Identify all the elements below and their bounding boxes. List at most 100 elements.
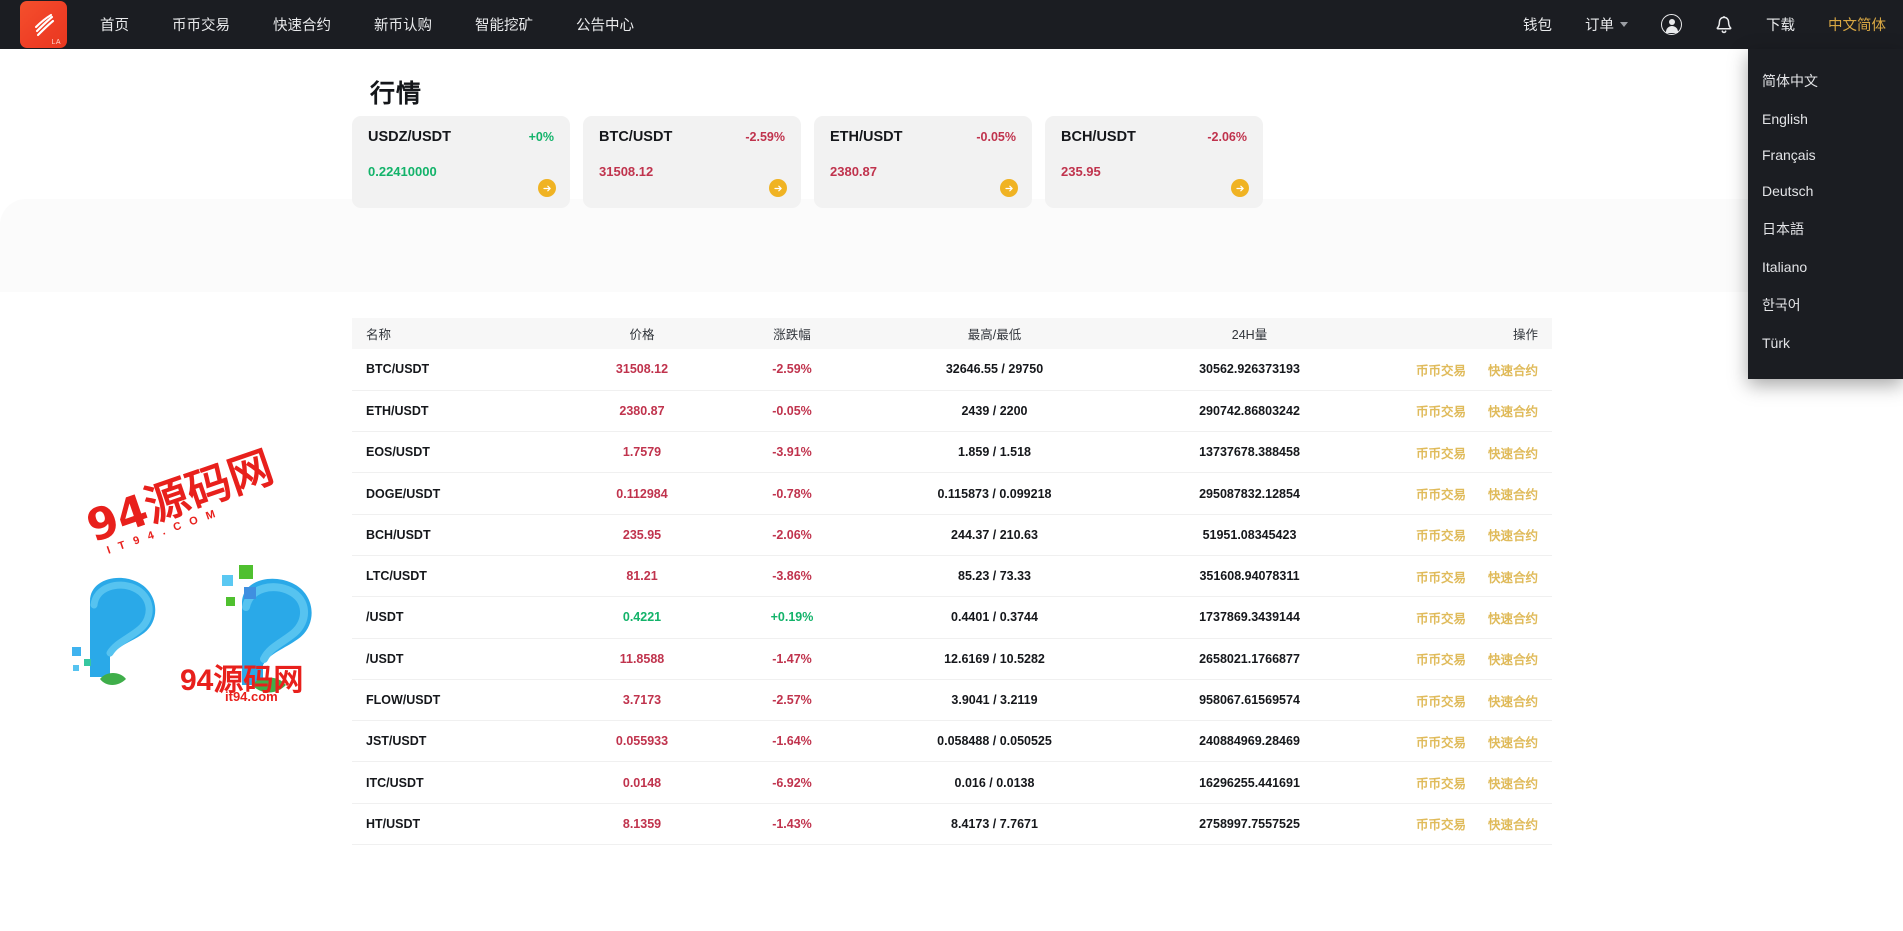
action-spot-trade[interactable]: 币币交易: [1416, 695, 1466, 709]
nav-right-group: 钱包 订单 下载 中文简体: [1490, 14, 1903, 35]
cell-price: 0.055933: [567, 720, 717, 763]
nav-item-mining[interactable]: 智能挖矿: [475, 14, 533, 35]
market-card-arrow-icon[interactable]: [769, 179, 787, 197]
table-row[interactable]: /USDT 0.4221 +0.19% 0.4401 / 0.3744 1737869.…: [352, 596, 1552, 639]
action-spot-trade[interactable]: 币币交易: [1416, 571, 1466, 585]
action-spot-trade[interactable]: 币币交易: [1416, 736, 1466, 750]
nav-item-orders-label: 订单: [1585, 18, 1614, 34]
market-card-arrow-icon[interactable]: [538, 179, 556, 197]
table-row[interactable]: BCH/USDT 235.95 -2.06% 244.37 / 210.63 51951…: [352, 514, 1552, 556]
cell-change: -1.47%: [717, 638, 867, 680]
action-fast-contract[interactable]: 快速合约: [1488, 695, 1538, 709]
action-spot-trade[interactable]: 币币交易: [1416, 447, 1466, 461]
nav-item-notifications[interactable]: [1715, 15, 1733, 35]
language-option-korean[interactable]: 한국어: [1748, 285, 1903, 325]
cell-price: 11.8588: [567, 638, 717, 680]
market-card[interactable]: ETH/USDT -0.05% 2380.87: [814, 116, 1032, 208]
cell-price: 0.112984: [567, 472, 717, 515]
action-spot-trade[interactable]: 币币交易: [1416, 777, 1466, 791]
table-row[interactable]: EOS/USDT 1.7579 -3.91% 1.859 / 1.518 1373767…: [352, 431, 1552, 474]
action-spot-trade[interactable]: 币币交易: [1416, 612, 1466, 626]
action-fast-contract[interactable]: 快速合约: [1488, 488, 1538, 502]
market-table-head: 名称 价格 涨跌幅 最高/最低 24H量 操作: [352, 318, 1552, 349]
cell-actions: 币币交易 快速合约: [1377, 555, 1552, 598]
cell-volume: 16296255.441691: [1122, 761, 1377, 804]
nav-item-language-selector[interactable]: 中文简体: [1828, 14, 1886, 35]
column-header-price[interactable]: 价格: [567, 318, 717, 349]
table-row[interactable]: /USDT 11.8588 -1.47% 12.6169 / 10.5282 26580…: [352, 638, 1552, 680]
language-option-zh-cn[interactable]: 简体中文: [1748, 61, 1903, 101]
nav-item-account[interactable]: [1661, 14, 1682, 35]
market-card-arrow-icon[interactable]: [1000, 179, 1018, 197]
table-row[interactable]: ETH/USDT 2380.87 -0.05% 2439 / 2200 290742.8…: [352, 390, 1552, 433]
cell-change: -1.43%: [717, 803, 867, 846]
column-header-change[interactable]: 涨跌幅: [717, 318, 867, 349]
action-spot-trade[interactable]: 币币交易: [1416, 488, 1466, 502]
action-spot-trade[interactable]: 币币交易: [1416, 653, 1466, 667]
nav-item-home[interactable]: 首页: [100, 14, 129, 35]
watermark-secondary-text: 94源码网: [180, 664, 304, 697]
table-row[interactable]: ITC/USDT 0.0148 -6.92% 0.016 / 0.0138 162962…: [352, 761, 1552, 804]
action-fast-contract[interactable]: 快速合约: [1488, 612, 1538, 626]
cell-pair-name: /USDT: [352, 596, 567, 639]
nav-item-wallet[interactable]: 钱包: [1523, 14, 1552, 35]
market-card-change: +0%: [528, 130, 554, 144]
table-row[interactable]: JST/USDT 0.055933 -1.64% 0.058488 / 0.05052…: [352, 720, 1552, 763]
cell-actions: 币币交易 快速合约: [1377, 638, 1552, 680]
cell-actions: 币币交易 快速合约: [1377, 472, 1552, 515]
language-option-japanese[interactable]: 日本語: [1748, 209, 1903, 249]
market-card[interactable]: BTC/USDT -2.59% 31508.12: [583, 116, 801, 208]
nav-item-new-coin[interactable]: 新币认购: [374, 14, 432, 35]
cell-high-low: 32646.55 / 29750: [867, 349, 1122, 391]
market-card[interactable]: BCH/USDT -2.06% 235.95: [1045, 116, 1263, 208]
nav-item-spot-trade[interactable]: 币币交易: [172, 14, 230, 35]
nav-item-announcements[interactable]: 公告中心: [576, 14, 634, 35]
column-header-volume[interactable]: 24H量: [1122, 318, 1377, 349]
cell-volume: 2658021.1766877: [1122, 638, 1377, 680]
table-row[interactable]: LTC/USDT 81.21 -3.86% 85.23 / 73.33 351608.9…: [352, 555, 1552, 598]
table-row[interactable]: BTC/USDT 31508.12 -2.59% 32646.55 / 29750 30…: [352, 349, 1552, 391]
language-option-french[interactable]: Français: [1748, 137, 1903, 173]
action-fast-contract[interactable]: 快速合约: [1488, 364, 1538, 378]
market-card-change: -2.06%: [1207, 130, 1247, 144]
market-summary-cards: USDZ/USDT +0% 0.22410000 BTC/USDT -2.59%…: [352, 116, 1263, 208]
cell-price: 31508.12: [567, 349, 717, 391]
nav-item-download[interactable]: 下载: [1766, 14, 1795, 35]
column-header-action: 操作: [1377, 318, 1552, 349]
watermark-shape-left-icon: [70, 561, 190, 691]
action-spot-trade[interactable]: 币币交易: [1416, 818, 1466, 832]
action-spot-trade[interactable]: 币币交易: [1416, 529, 1466, 543]
action-fast-contract[interactable]: 快速合约: [1488, 777, 1538, 791]
nav-item-orders[interactable]: 订单: [1585, 14, 1628, 35]
action-spot-trade[interactable]: 币币交易: [1416, 364, 1466, 378]
market-card[interactable]: USDZ/USDT +0% 0.22410000: [352, 116, 570, 208]
action-fast-contract[interactable]: 快速合约: [1488, 736, 1538, 750]
market-card-price: 0.22410000: [368, 164, 437, 179]
column-header-name[interactable]: 名称: [352, 318, 567, 349]
nav-item-fast-contract[interactable]: 快速合约: [273, 14, 331, 35]
cell-actions: 币币交易 快速合约: [1377, 596, 1552, 639]
site-watermark: 94源码网 IT94.COM 94源码网 it94.com: [60, 442, 390, 709]
market-card-header: USDZ/USDT +0%: [368, 129, 554, 145]
column-header-high-low[interactable]: 最高/最低: [867, 318, 1122, 349]
language-option-italian[interactable]: Italiano: [1748, 249, 1903, 285]
action-fast-contract[interactable]: 快速合约: [1488, 529, 1538, 543]
bell-icon: [1715, 15, 1733, 35]
cell-volume: 30562.926373193: [1122, 349, 1377, 391]
market-card-arrow-icon[interactable]: [1231, 179, 1249, 197]
site-logo[interactable]: LA: [20, 1, 67, 48]
table-row[interactable]: DOGE/USDT 0.112984 -0.78% 0.115873 / 0.0992…: [352, 472, 1552, 515]
action-fast-contract[interactable]: 快速合约: [1488, 571, 1538, 585]
action-spot-trade[interactable]: 币币交易: [1416, 405, 1466, 419]
language-option-english[interactable]: English: [1748, 101, 1903, 137]
cell-high-low: 1.859 / 1.518: [867, 431, 1122, 474]
action-fast-contract[interactable]: 快速合约: [1488, 447, 1538, 461]
language-option-turkish[interactable]: Türk: [1748, 325, 1903, 361]
action-fast-contract[interactable]: 快速合约: [1488, 653, 1538, 667]
table-row[interactable]: FLOW/USDT 3.7173 -2.57% 3.9041 / 3.2119 9580…: [352, 679, 1552, 722]
language-option-german[interactable]: Deutsch: [1748, 173, 1903, 209]
table-row[interactable]: HT/USDT 8.1359 -1.43% 8.4173 / 7.7671 275899…: [352, 803, 1552, 846]
action-fast-contract[interactable]: 快速合约: [1488, 405, 1538, 419]
cell-volume: 290742.86803242: [1122, 390, 1377, 433]
action-fast-contract[interactable]: 快速合约: [1488, 818, 1538, 832]
